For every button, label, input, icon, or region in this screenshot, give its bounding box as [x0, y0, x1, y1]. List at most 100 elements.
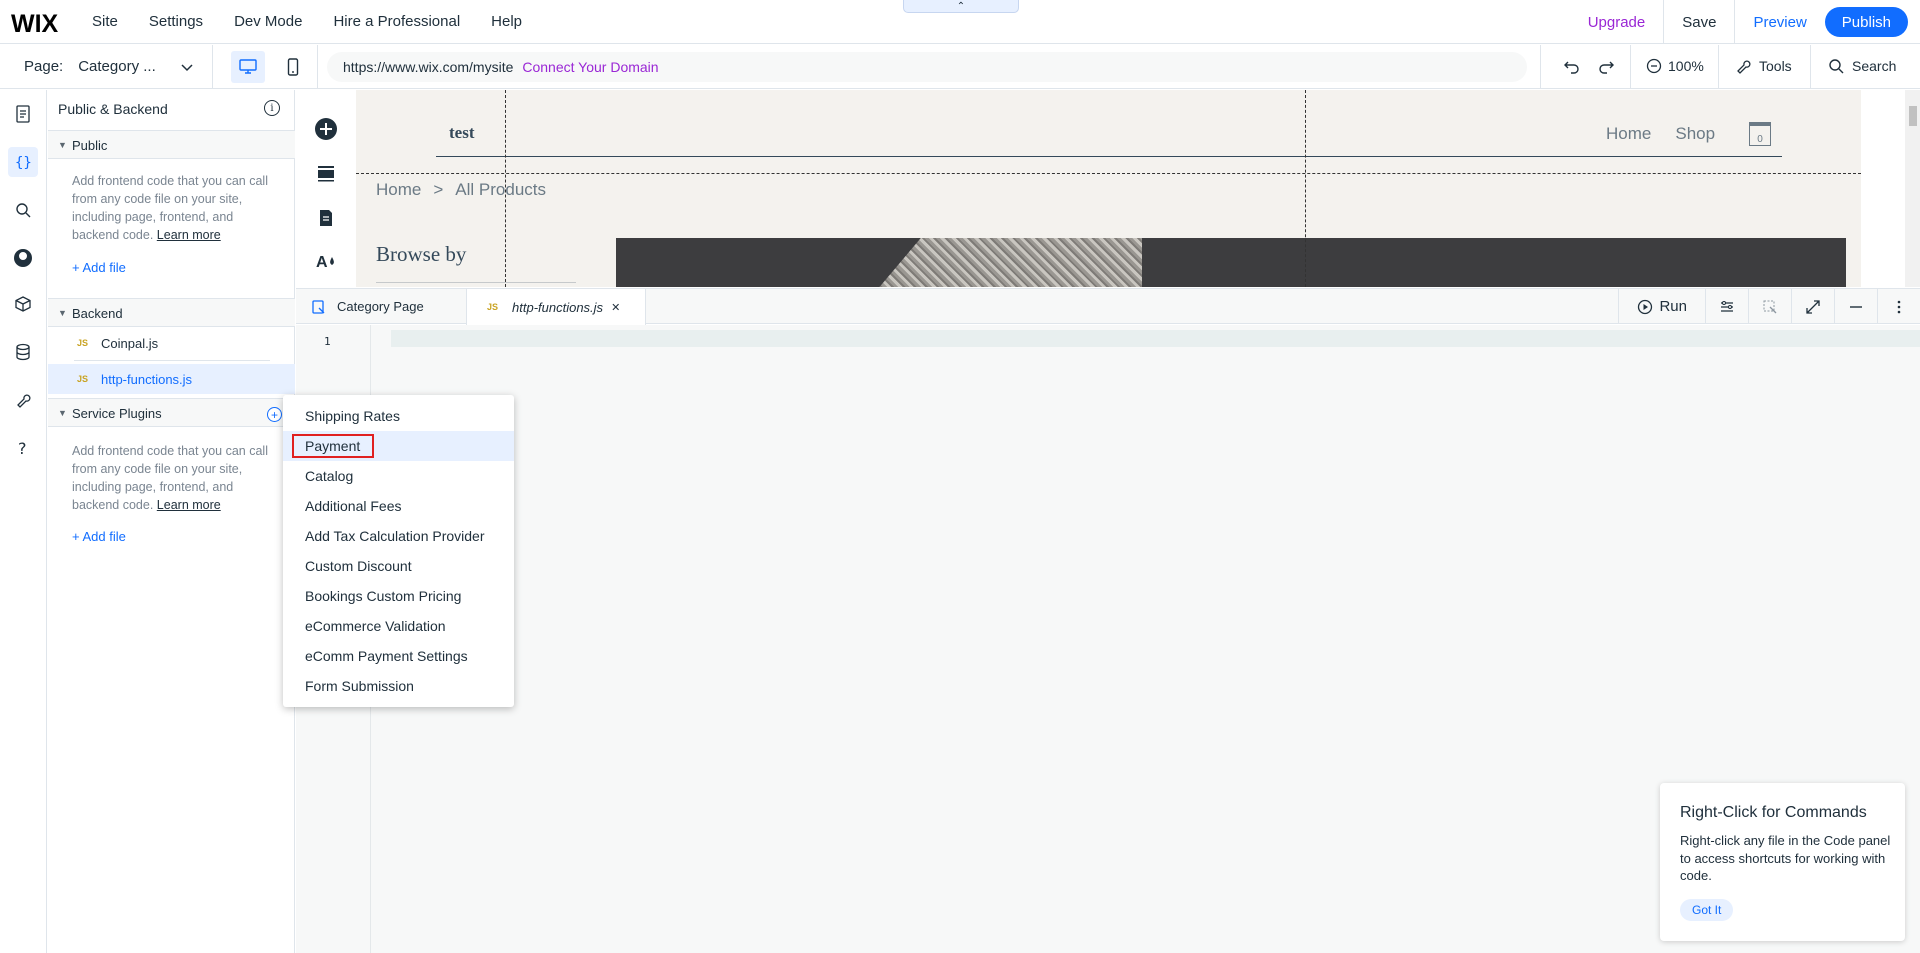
- collapse-topbar-tab[interactable]: ⌃: [903, 0, 1019, 13]
- chevron-up-icon: ⌃: [956, 0, 966, 12]
- run-label: Run: [1659, 298, 1687, 315]
- menu-hire-professional[interactable]: Hire a Professional: [333, 13, 460, 30]
- section-backend[interactable]: ▼ Backend: [48, 298, 295, 327]
- site-nav-shop[interactable]: Shop: [1675, 124, 1715, 144]
- menu-dev-mode[interactable]: Dev Mode: [234, 13, 302, 30]
- add-section-button[interactable]: [313, 160, 339, 186]
- rail-packages-button[interactable]: [11, 292, 35, 316]
- menu-item-shipping-rates[interactable]: Shipping Rates: [283, 401, 514, 431]
- learn-more-link[interactable]: Learn more: [157, 228, 221, 242]
- current-line[interactable]: [391, 330, 1920, 347]
- run-button[interactable]: Run: [1618, 289, 1705, 324]
- menu-item-ecommerce-validation[interactable]: eCommerce Validation: [283, 611, 514, 641]
- rail-tools-button[interactable]: [11, 388, 35, 412]
- cart-icon[interactable]: 0: [1749, 122, 1771, 146]
- file-http-functions[interactable]: JS http-functions.js: [48, 364, 295, 394]
- menu-item-ecomm-payment-settings[interactable]: eComm Payment Settings: [283, 641, 514, 671]
- breadcrumb-home[interactable]: Home: [376, 180, 421, 200]
- site-nav-home[interactable]: Home: [1606, 124, 1651, 144]
- grid-guide: [505, 90, 506, 287]
- left-rail: {} ?: [0, 90, 47, 953]
- menu-item-form-submission[interactable]: Form Submission: [283, 671, 514, 701]
- more-vertical-icon: [1897, 300, 1901, 313]
- select-icon: [1763, 300, 1777, 313]
- desktop-view-button[interactable]: [231, 51, 265, 83]
- mobile-icon: [287, 58, 299, 76]
- mobile-view-button[interactable]: [278, 51, 308, 83]
- rail-database-button[interactable]: [11, 340, 35, 364]
- rail-code-button[interactable]: {}: [8, 147, 38, 177]
- add-element-button[interactable]: [313, 116, 339, 142]
- menu-item-add-tax-calculation-provider[interactable]: Add Tax Calculation Provider: [283, 521, 514, 551]
- publish-button[interactable]: Publish: [1824, 7, 1908, 37]
- curly-braces-icon: {}: [15, 155, 32, 171]
- redo-icon[interactable]: [1596, 57, 1616, 77]
- rail-help-button[interactable]: ?: [11, 436, 35, 460]
- js-file-icon: JS: [487, 302, 499, 312]
- preview-button[interactable]: Preview: [1735, 0, 1824, 44]
- menu-item-catalog[interactable]: Catalog: [283, 461, 514, 491]
- line-number: 1: [324, 335, 331, 348]
- scrollbar-thumb[interactable]: [1909, 106, 1917, 126]
- zoom-control[interactable]: 100%: [1646, 58, 1704, 74]
- theme-button[interactable]: A: [313, 248, 339, 274]
- more-options-button[interactable]: [1877, 289, 1920, 324]
- menu-item-additional-fees[interactable]: Additional Fees: [283, 491, 514, 521]
- section-label: Backend: [72, 306, 123, 321]
- hero-banner[interactable]: [616, 238, 1846, 287]
- url-bar[interactable]: https://www.wix.com/mysite Connect Your …: [327, 52, 1527, 82]
- format-button[interactable]: [1705, 289, 1748, 324]
- connect-domain-link[interactable]: Connect Your Domain: [522, 59, 658, 75]
- service-plugins-add-file-button[interactable]: + Add file: [72, 529, 126, 544]
- add-service-plugin-button[interactable]: +: [267, 407, 282, 422]
- learn-more-link[interactable]: Learn more: [157, 498, 221, 512]
- menu-item-custom-discount[interactable]: Custom Discount: [283, 551, 514, 581]
- wix-logo[interactable]: WIX: [11, 10, 58, 39]
- svg-text:{}: {}: [15, 155, 32, 171]
- rail-pages-button[interactable]: [11, 102, 35, 126]
- search-icon: [1829, 59, 1844, 74]
- search-label: Search: [1852, 58, 1897, 74]
- divider: [74, 360, 270, 361]
- site-title[interactable]: test: [449, 123, 474, 143]
- save-button[interactable]: Save: [1664, 0, 1736, 44]
- close-icon[interactable]: ✕: [611, 301, 620, 314]
- file-coinpal[interactable]: JS Coinpal.js: [48, 328, 295, 358]
- editor-actions: Run: [1618, 289, 1920, 324]
- menu-settings[interactable]: Settings: [149, 13, 203, 30]
- section-service-plugins[interactable]: ▼ Service Plugins +: [48, 398, 295, 427]
- info-icon[interactable]: i: [264, 100, 280, 116]
- minimize-button[interactable]: [1834, 289, 1877, 324]
- upgrade-button[interactable]: Upgrade: [1570, 0, 1665, 44]
- menu-item-bookings-custom-pricing[interactable]: Bookings Custom Pricing: [283, 581, 514, 611]
- tools-button[interactable]: Tools: [1735, 58, 1792, 74]
- rail-github-button[interactable]: [11, 246, 35, 270]
- breadcrumb-all-products[interactable]: All Products: [455, 180, 546, 200]
- search-button[interactable]: Search: [1828, 58, 1896, 74]
- tab-category-page[interactable]: Category Page: [296, 289, 466, 324]
- undo-icon[interactable]: [1562, 57, 1582, 77]
- add-tools-strip: A: [296, 90, 356, 287]
- expand-button[interactable]: [1791, 289, 1834, 324]
- menu-site[interactable]: Site: [92, 13, 118, 30]
- sections-icon: [318, 166, 334, 182]
- site-nav: Home Shop: [1606, 124, 1715, 144]
- plus-circle-icon: [315, 118, 337, 140]
- menu-help[interactable]: Help: [491, 13, 522, 30]
- section-public[interactable]: ▼ Public: [48, 130, 295, 159]
- canvas-scrollbar[interactable]: [1905, 90, 1920, 287]
- github-icon: [14, 249, 32, 267]
- page-selector[interactable]: Page: Category ...: [24, 58, 193, 75]
- wrench-icon: [1737, 60, 1751, 74]
- expand-icon: [1806, 299, 1820, 314]
- collapse-triangle-icon: ▼: [58, 408, 67, 418]
- select-element-button[interactable]: [1748, 289, 1791, 324]
- got-it-button[interactable]: Got It: [1680, 899, 1734, 921]
- public-add-file-button[interactable]: + Add file: [72, 260, 126, 275]
- right-click-tip-card: Right-Click for Commands Right-click any…: [1660, 783, 1905, 941]
- site-canvas[interactable]: test Home Shop 0 Home > All Products Bro…: [356, 90, 1920, 287]
- rail-search-button[interactable]: [11, 198, 35, 222]
- menu-item-payment[interactable]: Payment: [283, 431, 514, 461]
- pages-menu-button[interactable]: [313, 205, 339, 231]
- tab-http-functions[interactable]: JS http-functions.js ✕: [466, 289, 646, 325]
